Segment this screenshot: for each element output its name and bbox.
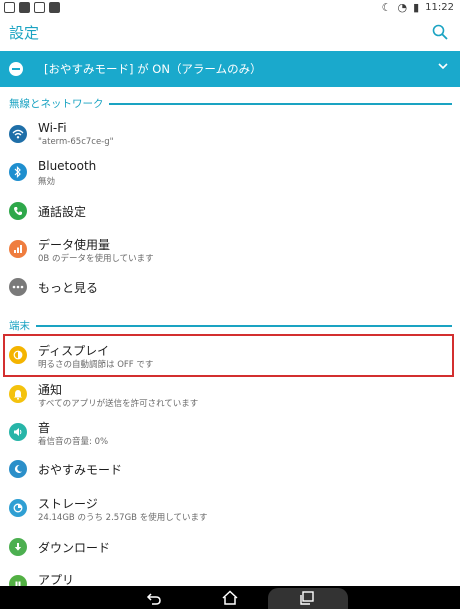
battery-icon: ▮ (413, 1, 420, 14)
section-divider (36, 325, 452, 327)
settings-item-summary: 着信音の音量: 0% (38, 437, 109, 447)
settings-item-bluetooth[interactable]: Bluetooth 無効 (0, 156, 460, 190)
moon-icon (9, 460, 27, 478)
storage-icon (9, 499, 27, 517)
settings-item-apps[interactable]: アプリ (0, 568, 460, 586)
settings-item-dnd[interactable]: おやすみモード (0, 454, 460, 488)
chevron-down-icon[interactable] (438, 60, 448, 74)
navigation-bar (0, 586, 460, 609)
notification-icon (49, 2, 60, 13)
more-icon (9, 278, 27, 296)
settings-item-sound[interactable]: 音 着信音の音量: 0% (0, 416, 460, 450)
settings-item-more[interactable]: もっと見る (0, 270, 460, 304)
page-title: 設定 (9, 24, 40, 42)
dnd-minus-icon (9, 62, 23, 76)
settings-item-label: ストレージ (38, 497, 98, 511)
apps-icon (9, 575, 27, 586)
app-bar: 設定 (0, 16, 460, 50)
settings-item-notifications[interactable]: 通知 すべてのアプリが送信を許可されています (0, 378, 460, 412)
moon-icon: ☾ (381, 1, 392, 14)
phone-icon (9, 202, 27, 220)
recents-icon[interactable] (297, 589, 317, 606)
notification-icon (19, 2, 30, 13)
settings-item-call[interactable]: 通話設定 (0, 194, 460, 228)
status-bar: ☾ ◔ ▮ 11:22 (0, 0, 460, 16)
speaker-icon (9, 423, 27, 441)
data-usage-icon (9, 240, 27, 258)
section-header-device: 端末 (9, 320, 30, 332)
settings-item-label: 音 (38, 421, 51, 435)
notification-icon (4, 2, 15, 13)
wifi-signal-icon: ◔ (397, 1, 408, 14)
settings-item-summary: 無効 (38, 177, 56, 187)
settings-item-label: もっと見る (38, 281, 99, 295)
settings-item-label: 通知 (38, 383, 63, 397)
settings-item-summary: 0B のデータを使用しています (38, 254, 154, 264)
download-icon (9, 538, 27, 556)
settings-item-data-usage[interactable]: データ使用量 0B のデータを使用しています (0, 231, 460, 267)
settings-item-label: アプリ (38, 573, 75, 586)
notification-icon (34, 2, 45, 13)
bell-icon (9, 385, 27, 403)
settings-item-label: ダウンロード (38, 541, 111, 555)
settings-item-label: Bluetooth (38, 159, 97, 173)
wifi-icon (9, 125, 27, 143)
status-notification-icons (4, 2, 60, 13)
clock: 11:22 (425, 2, 454, 13)
bluetooth-icon (9, 163, 27, 181)
settings-item-wifi[interactable]: Wi-Fi "aterm-65c7ce-g" (0, 118, 460, 152)
home-icon[interactable] (219, 589, 241, 606)
settings-item-summary: すべてのアプリが送信を許可されています (38, 399, 199, 409)
settings-item-summary: 24.14GB のうち 2.57GB を使用しています (38, 513, 208, 523)
search-icon[interactable] (432, 24, 448, 40)
dnd-banner[interactable]: [おやすみモード] が ON（アラームのみ） (0, 51, 460, 87)
highlight-box (3, 334, 454, 377)
settings-item-label: おやすみモード (38, 463, 123, 477)
settings-item-summary: "aterm-65c7ce-g" (38, 137, 114, 147)
settings-item-download[interactable]: ダウンロード (0, 530, 460, 564)
section-divider (109, 103, 452, 105)
settings-item-label: 通話設定 (38, 205, 87, 219)
settings-item-label: データ使用量 (38, 238, 111, 252)
back-icon[interactable] (144, 589, 164, 606)
settings-item-storage[interactable]: ストレージ 24.14GB のうち 2.57GB を使用しています (0, 492, 460, 526)
section-header-wireless: 無線とネットワーク (9, 98, 104, 110)
dnd-banner-text: [おやすみモード] が ON（アラームのみ） (44, 62, 262, 76)
settings-item-label: Wi-Fi (38, 121, 67, 135)
